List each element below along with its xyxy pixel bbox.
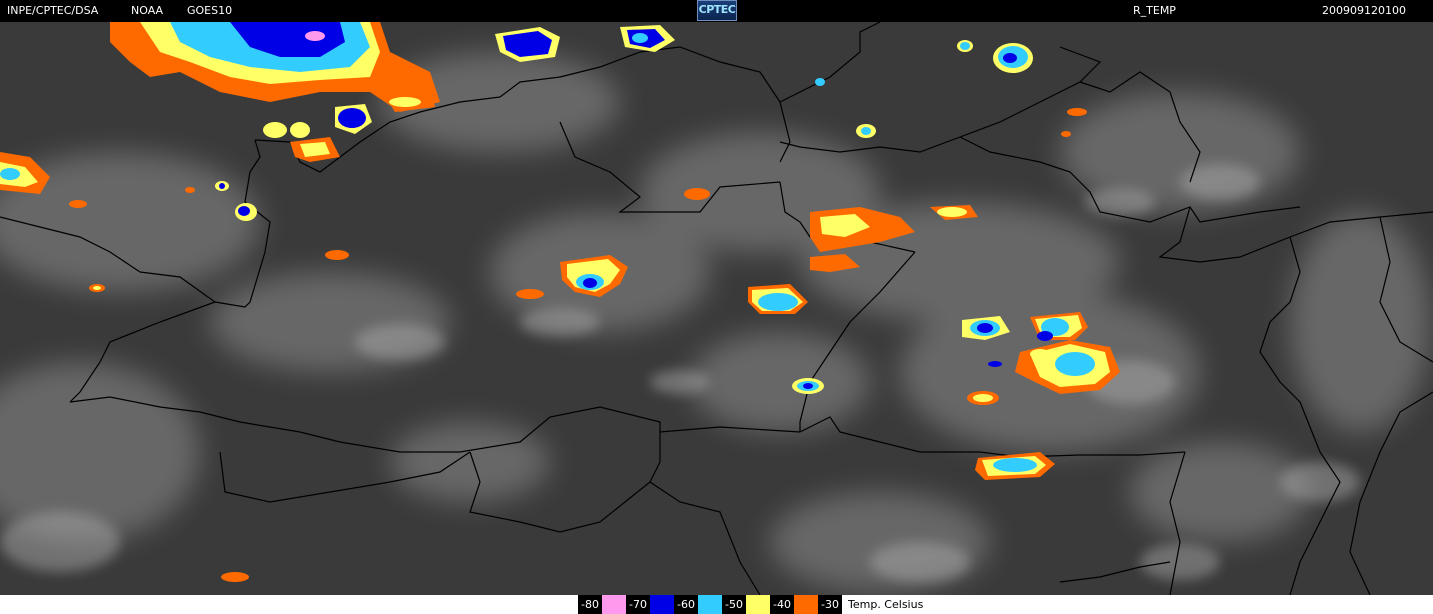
- storm-cell-west-edge: [0, 152, 50, 194]
- temperature-legend: -80 -70 -60 -50 -40 -30 Temp. Celsius: [0, 595, 1433, 614]
- legend-swatch-1: [602, 595, 626, 614]
- storm-cell-southeast: [975, 452, 1055, 480]
- org-label: INPE/CPTEC/DSA: [7, 4, 99, 17]
- storm-cell-south-small: [221, 572, 249, 582]
- product-label: R_TEMP: [1133, 4, 1176, 17]
- legend-label-2: -70: [626, 595, 650, 614]
- storm-cell-northeast: [815, 40, 1087, 138]
- satellite-map: [0, 22, 1433, 595]
- legend-label-3: -60: [674, 595, 698, 614]
- legend-label-1: -80: [578, 595, 602, 614]
- agency-label: NOAA: [131, 4, 164, 17]
- timestamp-label: 200909120100: [1322, 4, 1406, 17]
- legend-label-6: -30: [818, 595, 842, 614]
- legend-label-4: -50: [722, 595, 746, 614]
- map-canvas: [0, 22, 1433, 595]
- legend-swatch-5: [794, 595, 818, 614]
- legend-swatch-3: [698, 595, 722, 614]
- satellite-label: GOES10: [187, 4, 233, 17]
- legend-swatch-2: [650, 595, 674, 614]
- legend-row: -80 -70 -60 -50 -40 -30 Temp. Celsius: [578, 595, 923, 614]
- header-bar: INPE/CPTEC/DSA NOAA GOES10 CPTEC R_TEMP …: [0, 0, 1433, 22]
- legend-label-5: -40: [770, 595, 794, 614]
- legend-unit: Temp. Celsius: [848, 598, 924, 611]
- logo-text: CPTEC: [698, 3, 736, 16]
- legend-swatch-4: [746, 595, 770, 614]
- cptec-logo: CPTEC: [697, 0, 737, 21]
